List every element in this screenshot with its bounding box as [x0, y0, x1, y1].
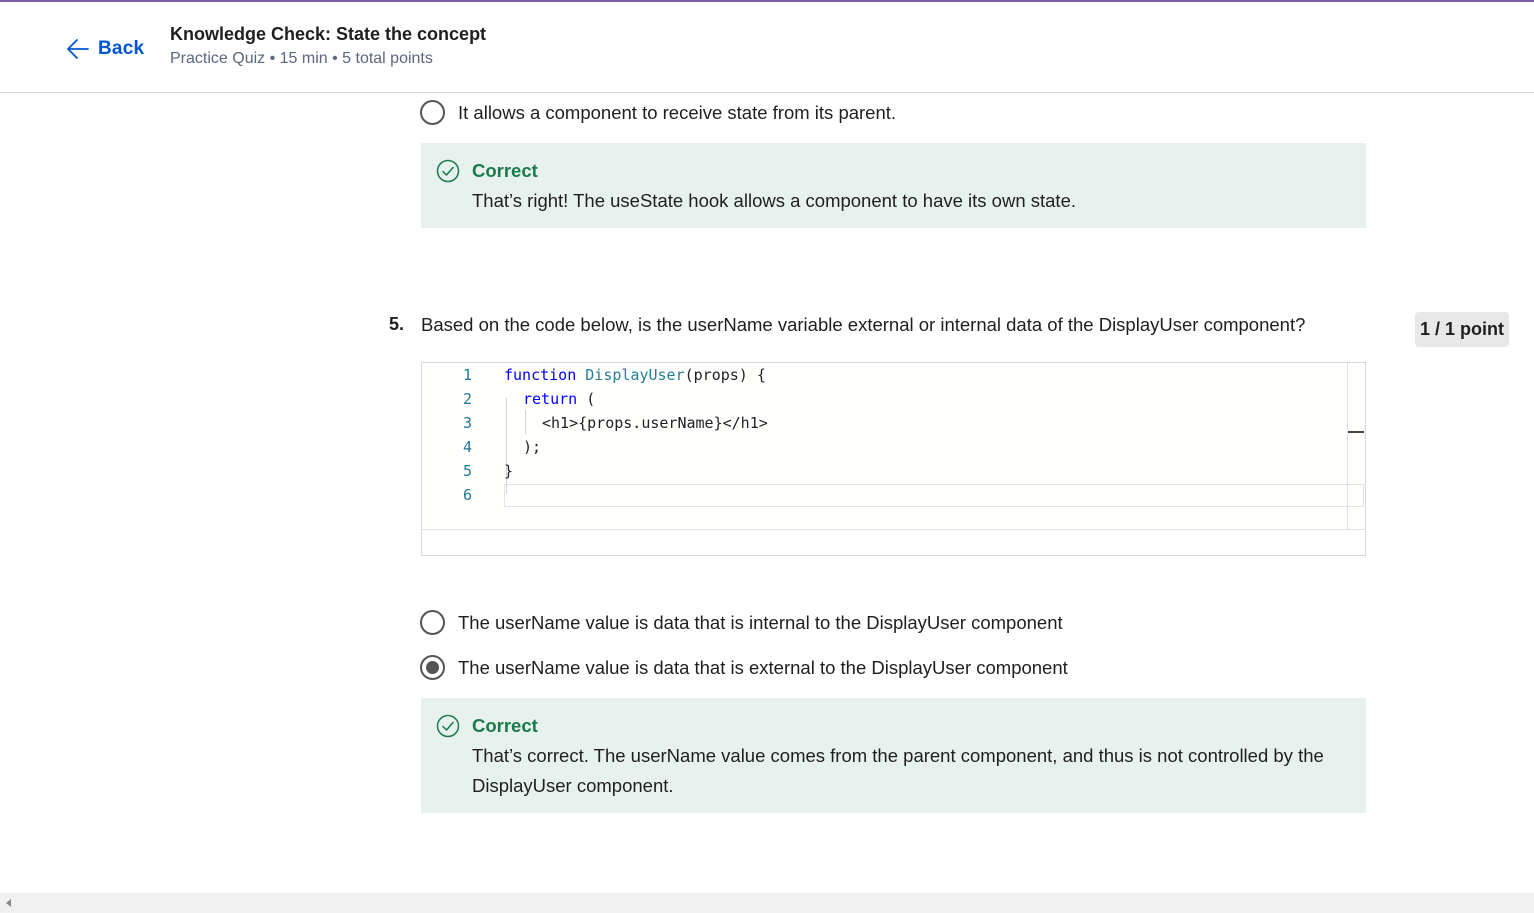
code-text: function DisplayUser(props) { [504, 366, 766, 384]
code-text: return ( [523, 390, 596, 408]
feedback-text: That’s right! The useState hook allows a… [472, 190, 1076, 211]
code-line: 2 return ( [422, 387, 1347, 411]
line-number: 5 [462, 462, 472, 480]
q5-option-internal[interactable]: The userName value is data that is inter… [420, 610, 1063, 635]
option-label: It allows a component to receive state f… [458, 101, 897, 123]
code-line: 1 function DisplayUser(props) { [422, 363, 1347, 387]
page-title: Knowledge Check: State the concept [170, 24, 487, 44]
radio-button[interactable] [420, 100, 445, 125]
code-line: 3 <h1>{props.userName}</h1> [422, 411, 1347, 435]
line-number: 4 [462, 438, 472, 456]
q5-feedback-correct: Correct That’s correct. The userName val… [421, 698, 1366, 813]
scrollbar-marker [1348, 431, 1364, 433]
radio-button[interactable] [420, 610, 445, 635]
feedback-title: Correct [472, 160, 538, 181]
back-label: Back [98, 38, 145, 59]
back-button[interactable]: Back [66, 35, 144, 63]
code-text: } [504, 462, 514, 480]
code-text: <h1>{props.userName}</h1> [542, 414, 768, 432]
feedback-text: That’s correct. The userName value comes… [472, 745, 1324, 796]
q4-feedback-correct: Correct That’s right! The useState hook … [421, 143, 1366, 228]
check-circle-icon [436, 159, 460, 183]
line-number: 2 [462, 390, 472, 408]
line-number: 3 [462, 414, 472, 432]
question-text: Based on the code below, is the userName… [421, 314, 1306, 335]
points-badge: 1 / 1 point [1415, 312, 1509, 347]
quiz-header: Back Knowledge Check: State the concept … [0, 2, 1534, 93]
code-text: ); [523, 438, 542, 456]
option-label: The userName value is data that is inter… [458, 611, 1063, 633]
scroll-left-icon[interactable] [6, 899, 11, 907]
code-editor[interactable]: 1 function DisplayUser(props) { 2 return… [422, 363, 1365, 530]
quiz-meta: Practice Quiz • 15 min • 5 total points [170, 50, 433, 67]
radio-button-selected[interactable] [420, 655, 445, 680]
arrow-left-icon [67, 39, 89, 59]
line-number: 6 [462, 486, 472, 504]
vertical-scrollbar[interactable] [1347, 363, 1348, 530]
q5-option-external[interactable]: The userName value is data that is exter… [420, 655, 1068, 680]
code-line: 4 ); [422, 435, 1347, 459]
line-number: 1 [462, 366, 472, 384]
code-line: 6 [422, 483, 1347, 507]
horizontal-scrollbar[interactable] [0, 893, 1534, 913]
check-circle-icon [436, 714, 460, 738]
option-label: The userName value is data that is exter… [458, 656, 1068, 678]
code-viewer[interactable]: 1 function DisplayUser(props) { 2 return… [421, 362, 1366, 556]
q4-option[interactable]: It allows a component to receive state f… [420, 100, 896, 125]
code-line: 5 } [422, 459, 1347, 483]
feedback-title: Correct [472, 715, 538, 736]
question-number: 5. [389, 314, 405, 334]
